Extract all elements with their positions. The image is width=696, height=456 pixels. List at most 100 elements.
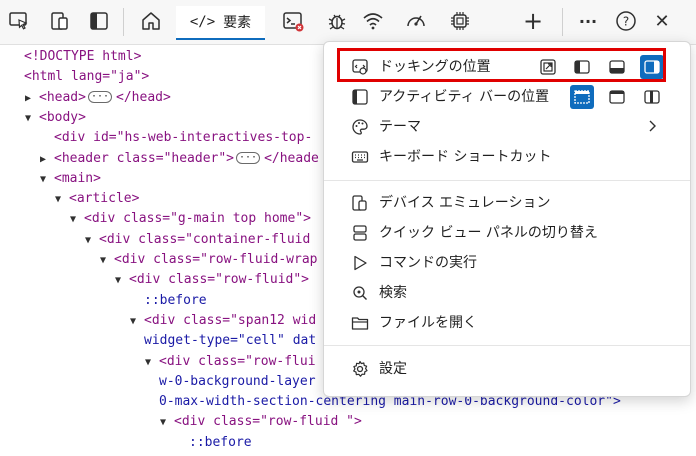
activity-bar-icon [351, 88, 369, 106]
help-icon-glyph: ? [623, 15, 629, 29]
keyboard-icon [351, 148, 369, 166]
memory-icon[interactable] [445, 6, 475, 36]
help-button[interactable]: ? [611, 6, 641, 36]
dom-node-line[interactable]: widget-type="cell" dat [144, 331, 316, 351]
close-button[interactable]: ✕ [647, 6, 677, 36]
dom-node-line[interactable]: ▼ <div class="row-flui [145, 352, 316, 372]
dom-node-text: <div class="row-fluid "> [174, 414, 362, 430]
dom-node-text: ::before [144, 292, 207, 308]
dom-node-line[interactable]: ▼ <article> [55, 189, 139, 209]
home-icon[interactable] [136, 6, 166, 36]
activity-bar-top-button[interactable] [605, 85, 629, 109]
chevron-right-icon [644, 118, 660, 134]
palette-icon [351, 118, 369, 136]
activity-bar-horizontal-button[interactable] [570, 85, 594, 109]
tab-elements-label: 要素 [223, 15, 252, 31]
collapse-triangle-icon[interactable]: ▼ [130, 312, 144, 332]
dom-node-line[interactable]: w-0-background-layer [159, 372, 316, 392]
dom-node-text: ::before [189, 434, 252, 450]
dom-node-text: <html lang="ja"> [24, 69, 150, 85]
device-emulation-icon[interactable] [45, 6, 75, 36]
activity-bar-side-button[interactable] [640, 85, 664, 109]
menu-item-theme[interactable]: テーマ [324, 112, 690, 142]
menu-item-search[interactable]: 検索 [324, 278, 690, 308]
closing-tag: </head> [116, 89, 171, 105]
device-emulation-icon [351, 194, 369, 212]
dom-node-line[interactable]: ::before [189, 433, 252, 453]
dom-node-text: <div id="hs-web-interactives-top- [54, 130, 313, 146]
dom-node-line[interactable]: ▼ <main> [40, 169, 101, 189]
dom-node-line[interactable]: ▼ <div class="span12 wid [130, 311, 316, 331]
collapse-triangle-icon[interactable]: ▼ [115, 271, 129, 291]
folder-icon [351, 314, 369, 332]
expand-triangle-icon[interactable]: ▶ [40, 150, 54, 170]
expand-triangle-icon[interactable]: ▶ [25, 89, 39, 109]
dom-node-line[interactable]: <html lang="ja"> [24, 67, 149, 87]
settings-label: 設定 [379, 361, 407, 377]
menu-item-open-file[interactable]: ファイルを開く [324, 308, 690, 338]
dom-node-text: <div class="row-fluid"> [129, 272, 310, 288]
open-file-label: ファイルを開く [379, 315, 477, 331]
dom-node-line[interactable]: ▼ <div class="g-main top home"> [70, 209, 311, 229]
collapse-triangle-icon[interactable]: ▼ [70, 210, 84, 230]
add-tool-button[interactable]: + [518, 6, 548, 36]
collapse-triangle-icon[interactable]: ▼ [145, 353, 159, 373]
collapsed-ellipsis-button[interactable]: ··· [236, 152, 261, 164]
dom-node-text: <header class="header"> [54, 150, 235, 166]
menu-item-device-emulation[interactable]: デバイス エミュレーション [324, 188, 690, 218]
menu-item-run-command[interactable]: コマンドの実行 [324, 248, 690, 278]
sidebar-toggle-icon[interactable] [84, 6, 114, 36]
more-options-button[interactable]: ··· [573, 6, 603, 36]
menu-item-keyboard-shortcuts[interactable]: キーボード ショートカット [324, 142, 690, 172]
play-icon [351, 254, 369, 272]
console-icon[interactable] [278, 6, 308, 36]
collapse-triangle-icon[interactable]: ▼ [55, 190, 69, 210]
dom-node-line[interactable]: ▶ <head> ··· </head> [25, 88, 171, 108]
collapse-triangle-icon[interactable]: ▼ [40, 170, 54, 190]
network-icon[interactable] [358, 6, 388, 36]
closing-tag: </heade [264, 150, 319, 166]
dom-node-text: <!DOCTYPE html> [24, 49, 142, 64]
collapse-triangle-icon[interactable]: ▼ [25, 109, 39, 129]
dom-node-text: <div class="container-fluid [99, 231, 311, 247]
gear-icon [351, 360, 369, 378]
collapse-triangle-icon[interactable]: ▼ [85, 231, 99, 251]
toolbar-separator [562, 8, 563, 36]
collapsed-ellipsis-button[interactable]: ··· [87, 91, 113, 104]
dom-node-text: <div class="row-flui [159, 353, 316, 369]
dom-node-text: <main> [54, 170, 101, 186]
collapse-triangle-icon[interactable]: ▼ [100, 251, 114, 271]
dom-node-line[interactable]: <!DOCTYPE html> [24, 47, 141, 67]
theme-label: テーマ [379, 119, 421, 135]
menu-divider [324, 345, 690, 346]
dom-node-line[interactable]: ▶ <header class="header"> ··· </heade [40, 149, 319, 169]
search-label: 検索 [379, 285, 407, 301]
dom-node-line[interactable]: ▼ <body> [25, 108, 86, 128]
dom-node-line[interactable]: ▼ <div class="row-fluid"> [115, 270, 309, 290]
dom-node-line[interactable]: ▼ <div class="row-fluid "> [160, 412, 362, 432]
dom-node-text: <article> [69, 191, 140, 207]
dom-node-text: <body> [39, 109, 86, 125]
menu-item-settings[interactable]: 設定 [324, 354, 690, 384]
quick-view-label: クイック ビュー パネルの切り替え [379, 225, 598, 241]
dom-node-line[interactable]: ▼ <div class="container-fluid [85, 230, 310, 250]
dom-node-line[interactable]: ▼ <div class="row-fluid-wrap [100, 250, 318, 270]
device-emulation-label: デバイス エミュレーション [379, 195, 551, 211]
code-icon: </> [189, 14, 216, 30]
quick-view-icon [351, 224, 369, 242]
dom-node-text: <div class="row-fluid-wrap [114, 252, 318, 267]
menu-divider [324, 180, 690, 181]
more-tools-menu: ドッキングの位置 アクティビティ バーの位置 テーマ キーボード ショートカット… [323, 41, 691, 397]
menu-item-quick-view[interactable]: クイック ビュー パネルの切り替え [324, 218, 690, 248]
performance-icon[interactable] [401, 6, 431, 36]
menu-item-activity-bar-position: アクティビティ バーの位置 [324, 82, 690, 112]
bug-icon[interactable] [322, 6, 352, 36]
toolbar-separator [123, 8, 124, 36]
inspect-icon[interactable] [4, 6, 34, 36]
tab-elements[interactable]: </> 要素 [176, 6, 265, 40]
highlight-box [337, 48, 666, 82]
dom-node-text: <div class="span12 wid [144, 312, 317, 328]
dom-node-line[interactable]: <div id="hs-web-interactives-top- [54, 128, 312, 148]
collapse-triangle-icon[interactable]: ▼ [160, 413, 174, 433]
dom-node-line[interactable]: ::before [144, 291, 207, 311]
